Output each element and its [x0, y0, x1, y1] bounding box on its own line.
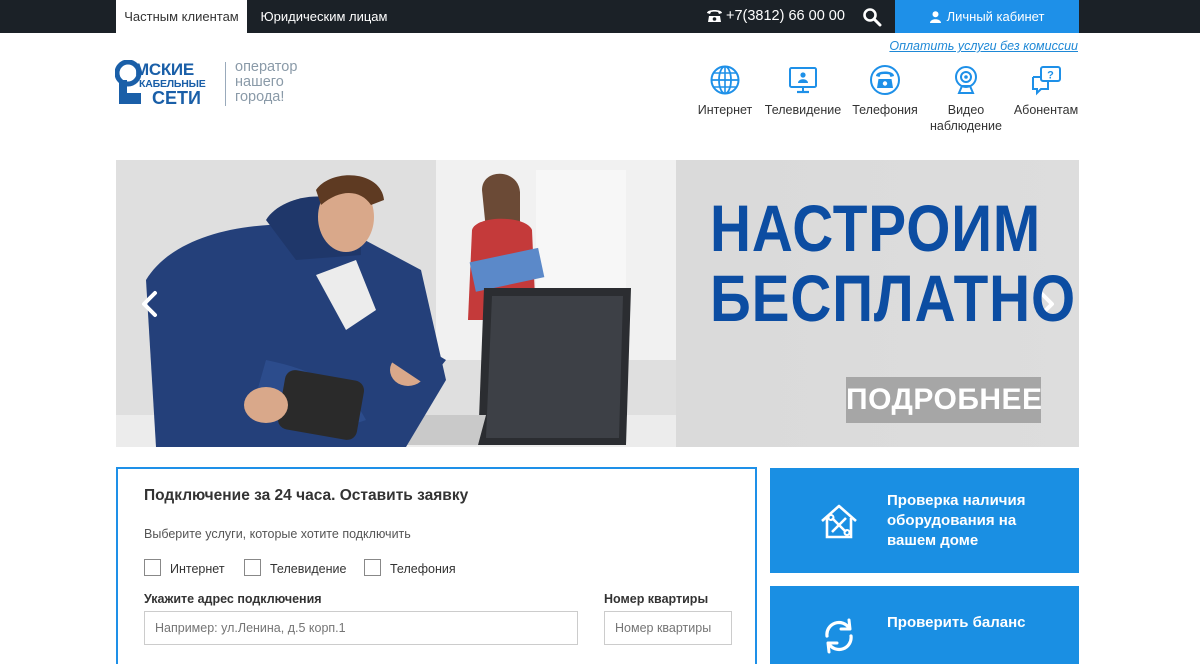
checkbox-tv-label: Телевидение — [270, 562, 347, 576]
banner-headline-line-1: НАСТРОИМ — [710, 191, 1042, 265]
checkbox-box[interactable] — [144, 559, 161, 576]
check-equipment-button[interactable]: Проверка наличия оборудования на вашем д… — [770, 468, 1079, 573]
webcam-icon — [955, 66, 977, 94]
phone-icon — [870, 65, 900, 95]
search-icon[interactable] — [862, 7, 882, 27]
form-hint: Выберите услуги, которые хотите подключи… — [144, 527, 411, 541]
apartment-input[interactable] — [604, 611, 732, 645]
cabinet-label: Личный кабинет — [946, 9, 1045, 24]
globe-icon — [710, 65, 740, 95]
nav-subscribers-label: Абонентам — [1013, 103, 1079, 117]
logo-slogan: оператор нашего города! — [235, 59, 298, 105]
nav-internet-label: Интернет — [697, 103, 753, 117]
check-equipment-label: Проверка наличия оборудования на вашем д… — [887, 492, 1026, 549]
promo-banner[interactable]: НАСТРОИМ БЕСПЛАТНО ПОДРОБНЕЕ — [116, 160, 1079, 447]
check-balance-label: Проверить баланс — [887, 614, 1026, 631]
tab-private-clients[interactable]: Частным клиентам — [116, 0, 247, 33]
personal-cabinet-button[interactable]: Личный кабинет — [895, 0, 1079, 33]
checkbox-internet[interactable]: Интернет — [144, 559, 254, 577]
nav-subscribers[interactable]: ? Абонентам — [1006, 64, 1086, 118]
house-tools-icon — [821, 504, 857, 539]
address-label: Укажите адрес подключения — [144, 592, 322, 606]
top-bar: Частным клиентам Юридическим лицам +7(38… — [0, 0, 1200, 33]
phone-number[interactable]: +7(3812) 66 00 00 — [706, 0, 845, 33]
checkbox-box[interactable] — [364, 559, 381, 576]
nav-telephony-label: Телефония — [852, 103, 918, 117]
phone-icon — [707, 10, 722, 22]
checkbox-internet-label: Интернет — [170, 562, 225, 576]
nav-telephony[interactable]: Телефония — [845, 64, 925, 118]
phone-text: +7(3812) 66 00 00 — [726, 8, 845, 24]
checkbox-box[interactable] — [244, 559, 261, 576]
checkbox-telephony-label: Телефония — [390, 562, 456, 576]
logo[interactable]: МСКИЕ КАБЕЛЬНЫЕ СЕТИ оператор нашего гор… — [115, 60, 315, 110]
banner-more-button[interactable]: ПОДРОБНЕЕ — [846, 377, 1042, 423]
checkbox-telephony[interactable]: Телефония — [364, 559, 484, 577]
carousel-prev-arrow-icon[interactable] — [138, 290, 162, 318]
refresh-icon — [825, 618, 853, 654]
logo-line-3: СЕТИ — [152, 88, 201, 108]
nav-video-surveillance[interactable]: Видео наблюдение — [926, 64, 1006, 134]
address-input[interactable] — [144, 611, 578, 645]
form-title: Подключение за 24 часа. Оставить заявку — [144, 487, 469, 504]
logo-line-1: МСКИЕ — [135, 60, 194, 79]
checkbox-tv[interactable]: Телевидение — [244, 559, 364, 577]
pay-without-commission-link[interactable]: Оплатить услуги без комиссии — [889, 39, 1078, 53]
check-balance-button[interactable]: Проверить баланс — [770, 586, 1079, 664]
nav-internet[interactable]: Интернет — [685, 64, 765, 118]
apartment-label: Номер квартиры — [604, 592, 709, 606]
svg-text:?: ? — [1047, 70, 1054, 82]
connection-request-form: Подключение за 24 часа. Оставить заявку … — [116, 467, 757, 664]
banner-headline-line-2: БЕСПЛАТНО — [710, 261, 1076, 335]
nav-tv-label: Телевидение — [764, 103, 842, 117]
logo-divider — [225, 62, 226, 106]
nav-tv[interactable]: Телевидение — [763, 64, 843, 118]
user-icon — [929, 11, 941, 23]
chat-question-icon: ? — [1032, 66, 1061, 96]
tab-legal-entities[interactable]: Юридическим лицам — [249, 0, 399, 33]
banner-photo — [116, 160, 676, 447]
nav-video-label: Видео наблюдение — [930, 103, 1002, 133]
tv-icon — [789, 67, 817, 94]
